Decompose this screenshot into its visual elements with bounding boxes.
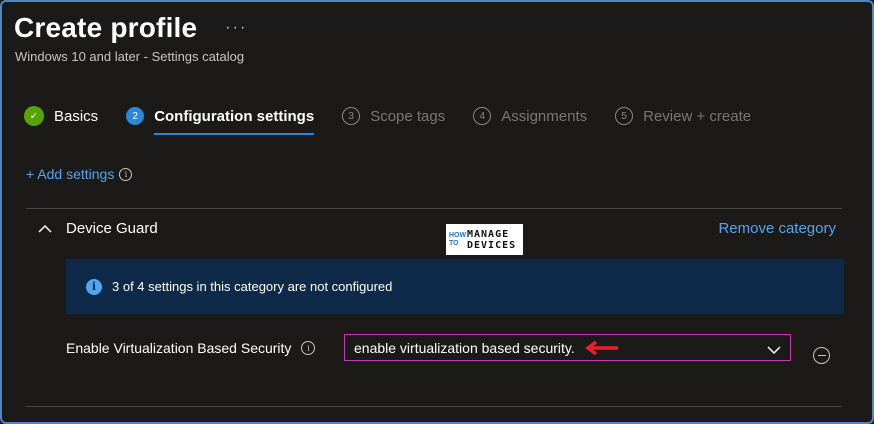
info-icon[interactable]: i	[119, 167, 133, 181]
banner-text: 3 of 4 settings in this category are not…	[112, 279, 393, 294]
category-header: Device Guard Remove category	[38, 220, 842, 237]
setting-label: Enable Virtualization Based Security	[66, 340, 292, 356]
step-number-icon: 4	[473, 107, 492, 125]
logo-text-how: HOW	[449, 231, 467, 239]
step-label: Scope tags	[370, 107, 446, 125]
active-step-underline	[154, 133, 315, 135]
remove-setting-icon[interactable]	[813, 347, 830, 364]
step-review-create[interactable]: 5 Review + create	[615, 107, 751, 125]
step-number-icon: 3	[342, 107, 361, 125]
dropdown-selected-value: enable virtualization based security.	[354, 339, 575, 356]
setting-row-label: Enable Virtualization Based Security i	[66, 340, 316, 356]
logo-text-manage: MANAGE	[467, 228, 510, 240]
step-basics[interactable]: ✓ Basics	[24, 106, 98, 126]
step-label: Assignments	[501, 107, 588, 125]
more-options-icon[interactable]: ···	[225, 19, 247, 37]
step-label: Basics	[54, 107, 99, 125]
step-label: Review + create	[643, 107, 752, 125]
page-subtitle: Windows 10 and later - Settings catalog	[15, 49, 245, 64]
divider-bottom	[26, 406, 842, 407]
info-circle-icon: i	[86, 278, 102, 295]
vbs-setting-dropdown[interactable]: enable virtualization based security.	[344, 334, 791, 361]
step-assignments[interactable]: 4 Assignments	[473, 107, 587, 125]
chevron-up-icon[interactable]	[38, 222, 52, 236]
chevron-down-icon	[767, 342, 781, 360]
howto-manage-devices-logo: HOW TO MANAGE DEVICES	[446, 224, 523, 255]
category-name: Device Guard	[66, 220, 158, 237]
divider-top	[26, 208, 842, 209]
remove-category-link[interactable]: Remove category	[718, 220, 836, 237]
checkmark-icon: ✓	[24, 106, 44, 126]
create-profile-window: Create profile ··· Windows 10 and later …	[0, 0, 874, 424]
red-arrow-icon	[584, 340, 619, 356]
step-number-icon: 2	[126, 107, 145, 125]
add-settings-link[interactable]: + Add settings i	[26, 166, 133, 182]
title-row: Create profile ···	[14, 12, 247, 44]
logo-text-to: TO	[449, 239, 459, 247]
logo-text-devices: DEVICES	[467, 239, 517, 251]
wizard-steps: ✓ Basics 2 Configuration settings 3 Scop…	[24, 106, 779, 135]
info-icon[interactable]: i	[301, 341, 316, 355]
add-settings-label: + Add settings	[26, 166, 115, 182]
step-scope-tags[interactable]: 3 Scope tags	[342, 107, 445, 125]
step-label: Configuration settings	[154, 107, 315, 125]
page-title: Create profile	[14, 12, 198, 43]
step-configuration-settings[interactable]: 2 Configuration settings	[126, 107, 315, 135]
step-number-icon: 5	[615, 107, 634, 125]
not-configured-banner: i 3 of 4 settings in this category are n…	[66, 259, 844, 314]
